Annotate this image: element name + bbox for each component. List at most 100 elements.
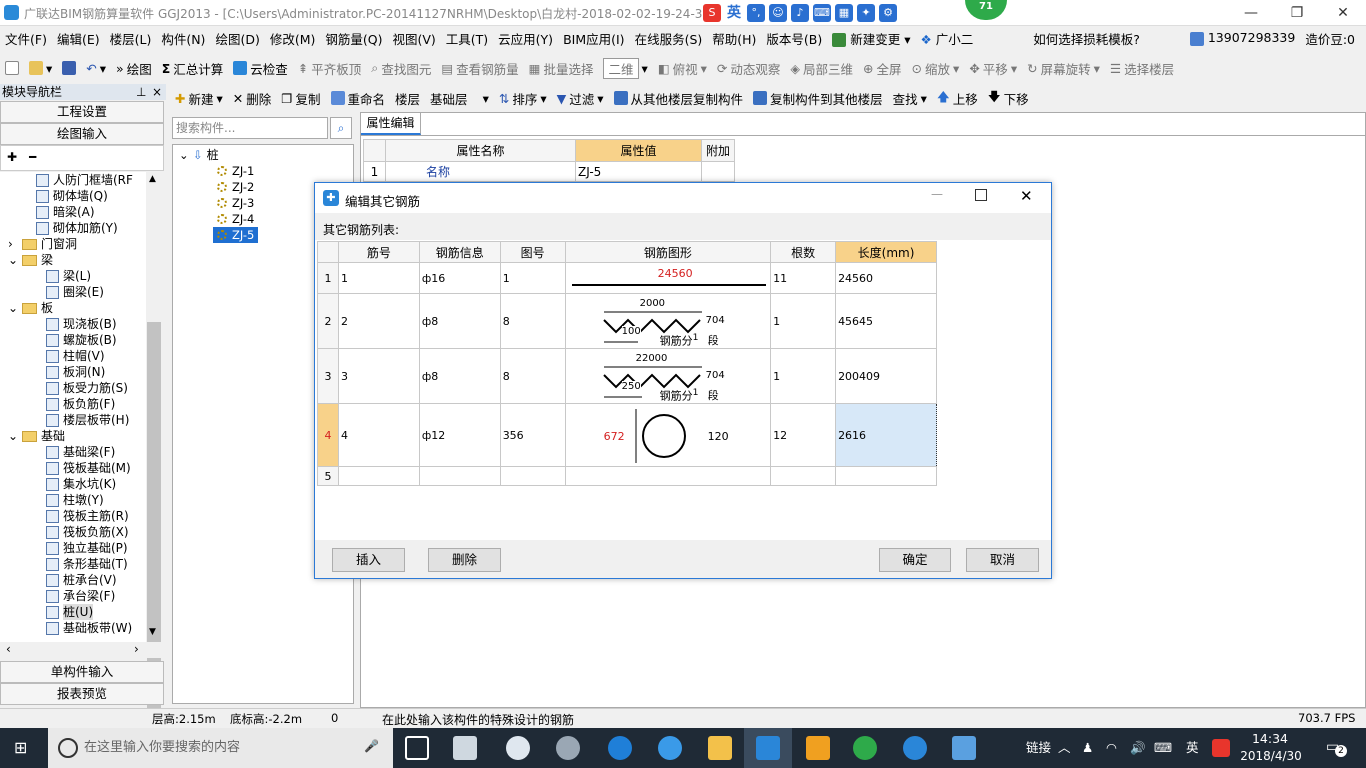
menu-floor[interactable]: 楼层(L) [105, 29, 157, 48]
tree-folder[interactable]: 梁 [41, 252, 53, 268]
tree-item[interactable]: 人防门框墙(RF [53, 172, 133, 188]
tree-item[interactable]: 板洞(N) [63, 364, 105, 380]
pan-button[interactable]: ✥ 平移 ▾ [964, 59, 1022, 78]
expand-icon[interactable]: › [8, 236, 22, 252]
tree-item[interactable]: 现浇板(B) [63, 316, 117, 332]
tree-item[interactable]: 基础板带(W) [63, 620, 132, 636]
scroll-right-icon[interactable]: › [134, 642, 139, 656]
scroll-left-icon[interactable]: ‹ [6, 642, 11, 656]
scroll-up-icon[interactable]: ▲ [149, 174, 156, 184]
undo-button[interactable]: ↶ ▾ [81, 61, 111, 76]
dialog-maximize-button[interactable] [975, 189, 987, 201]
fullscreen-button[interactable]: ⊕ 全屏 [858, 59, 907, 78]
app-fan-icon[interactable] [453, 736, 477, 760]
tray-keyboard-icon[interactable]: ⌨ [1154, 728, 1172, 768]
collapse-icon[interactable]: ⌄ [8, 300, 22, 316]
component-item[interactable]: ZJ-4 [232, 211, 254, 227]
zoom-button[interactable]: ⊙ 缩放 ▾ [907, 59, 965, 78]
cloud-check-button[interactable]: 云检查 [228, 59, 293, 78]
insert-button[interactable]: 插入 [332, 548, 405, 572]
top-view-button[interactable]: ◧ 俯视 ▾ [653, 59, 712, 78]
microphone-icon[interactable]: 🎤 [364, 739, 379, 753]
tree-folder[interactable]: 基础 [41, 428, 65, 444]
dialog-close-button[interactable]: ✕ [1020, 187, 1033, 205]
cancel-button[interactable]: 取消 [966, 548, 1039, 572]
view-mode-select[interactable]: 二维 ▾ [598, 57, 652, 79]
local-3d-button[interactable]: ◈ 局部三维 [785, 59, 858, 78]
ggj-task[interactable] [744, 728, 792, 768]
nav-report-preview[interactable]: 报表预览 [0, 683, 164, 705]
close-button[interactable]: ✕ [1320, 0, 1366, 26]
tree-item[interactable]: 筏板基础(M) [63, 460, 131, 476]
notification-badge[interactable]: 71 [965, 0, 1007, 20]
copy-component-button[interactable]: ❐ 复制 [276, 89, 325, 108]
voice-icon[interactable]: ♪ [791, 4, 809, 22]
tree-item[interactable]: 砌体加筋(Y) [53, 220, 118, 236]
table-row[interactable]: 2 2 ф8 8 2000 100 704 钢筋分1 段 1 45645 [317, 293, 937, 349]
open-file-button[interactable]: ▾ [24, 61, 57, 76]
menu-view[interactable]: 视图(V) [387, 29, 440, 48]
tools-icon[interactable]: ✦ [857, 4, 875, 22]
new-file-button[interactable] [0, 61, 24, 75]
edge-icon[interactable] [608, 736, 632, 760]
menu-version[interactable]: 版本号(B) [761, 29, 827, 48]
loss-template-link[interactable]: 如何选择损耗模板? [1028, 29, 1145, 48]
tray-date[interactable]: 2018/4/30 [1236, 749, 1306, 763]
component-item-selected[interactable]: ZJ-5 [213, 227, 259, 243]
search-icon[interactable]: ⌕ [330, 117, 352, 139]
component-root[interactable]: 桩 [207, 147, 219, 163]
ie-blue-icon[interactable] [658, 736, 682, 760]
new-component-button[interactable]: ✚ 新建 ▾ [170, 89, 228, 108]
tree-item[interactable]: 柱帽(V) [63, 348, 105, 364]
align-slab-top-button[interactable]: ⇞ 平齐板顶 [293, 59, 367, 78]
component-search-input[interactable]: 搜索构件... [172, 117, 328, 139]
tree-folder[interactable]: 板 [41, 300, 53, 316]
keyboard-icon[interactable]: ⌨ [813, 4, 831, 22]
tree-item[interactable]: 独立基础(P) [63, 540, 128, 556]
ok-button[interactable]: 确定 [879, 548, 951, 572]
scroll-down-icon[interactable]: ▼ [149, 627, 156, 637]
screen-rotate-button[interactable]: ↻ 屏幕旋转 ▾ [1022, 59, 1105, 78]
tray-ime[interactable]: 英 [1186, 728, 1199, 768]
dynamic-view-button[interactable]: ⟳ 动态观察 [712, 59, 786, 78]
nav-single-component-input[interactable]: 单构件输入 [0, 661, 164, 683]
tree-horizontal-scrollbar[interactable]: ‹ › [0, 642, 162, 658]
tree-item[interactable]: 梁(L) [63, 268, 91, 284]
shape-straight[interactable]: 24560 [564, 262, 772, 294]
shape-spiral[interactable]: 672 120 [564, 403, 772, 467]
table-row[interactable]: 3 3 ф8 8 22000 250 704 钢筋分1 段 1 200409 [317, 348, 937, 404]
table-row[interactable]: 4 4 ф12 356 672 120 12 2616 [317, 403, 937, 467]
sogou-icon[interactable]: S [703, 4, 721, 22]
menu-file[interactable]: 文件(F) [0, 29, 52, 48]
draw-button[interactable]: » 绘图 [111, 59, 157, 78]
collapse-icon[interactable]: ⌄ [8, 428, 22, 444]
tray-time[interactable]: 14:34 [1248, 731, 1292, 746]
find-button[interactable]: 查找 ▾ [888, 89, 932, 108]
tree-item[interactable]: 基础梁(F) [63, 444, 115, 460]
tree-item[interactable]: 桩承台(V) [63, 572, 117, 588]
cortana-icon[interactable] [58, 738, 78, 758]
tray-people-icon[interactable]: ♟ [1082, 728, 1093, 768]
restore-button[interactable]: ❐ [1274, 0, 1320, 26]
table-row[interactable]: 5 [317, 466, 937, 486]
summary-calc-button[interactable]: Σ 汇总计算 [157, 59, 229, 78]
window-app-icon[interactable] [952, 736, 976, 760]
tree-item[interactable]: 条形基础(T) [63, 556, 128, 572]
tree-item[interactable]: 螺旋板(B) [63, 332, 117, 348]
emoji-icon[interactable]: ☺ [769, 4, 787, 22]
menu-component[interactable]: 构件(N) [156, 29, 210, 48]
batch-select-button[interactable]: ▦ 批量选择 [524, 59, 599, 78]
panel-close-icon[interactable]: × [152, 84, 162, 100]
rename-button[interactable]: 重命名 [326, 89, 391, 108]
user-account[interactable]: 13907298339 [1185, 30, 1300, 46]
green-app-icon[interactable] [853, 736, 877, 760]
floor-select[interactable]: 基础层 ▾ [425, 89, 494, 108]
expand-all-icon[interactable]: ✚ [7, 150, 17, 164]
tree-item[interactable]: 集水坑(K) [63, 476, 116, 492]
punct-icon[interactable]: °, [747, 4, 765, 22]
menu-new-change[interactable]: 新建变更 ▾ [827, 29, 915, 48]
selected-length-cell[interactable]: 2616 [835, 403, 937, 467]
menu-draw[interactable]: 绘图(D) [210, 29, 264, 48]
tree-item[interactable]: 暗梁(A) [53, 204, 95, 220]
delete-component-button[interactable]: ✕ 删除 [228, 89, 277, 108]
